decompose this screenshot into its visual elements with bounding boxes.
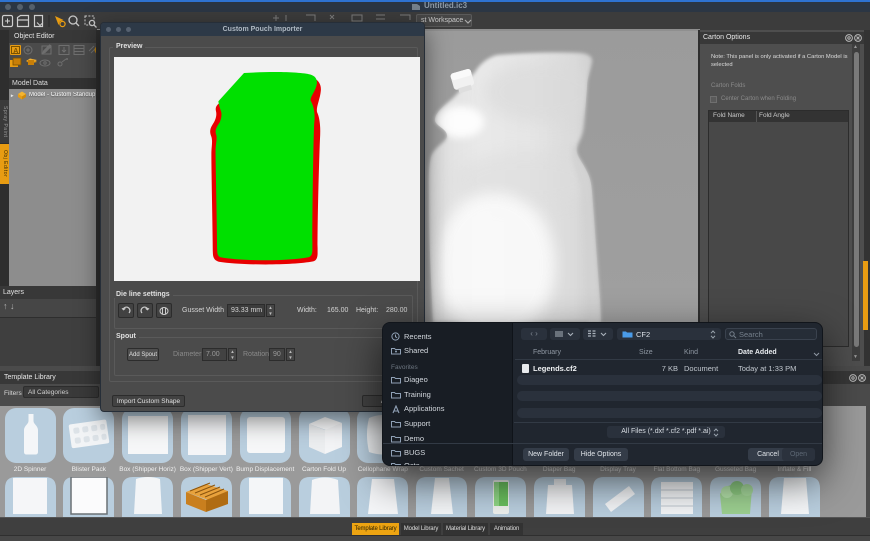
svg-text:A: A xyxy=(13,48,18,55)
